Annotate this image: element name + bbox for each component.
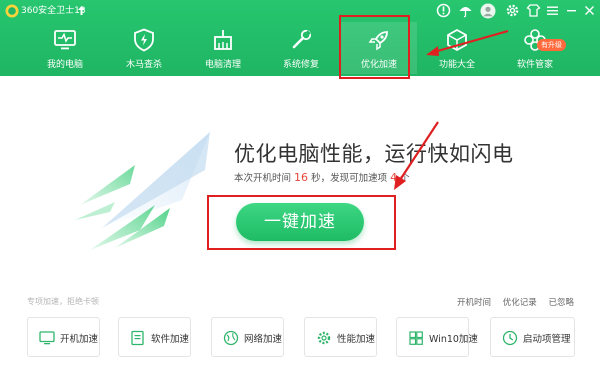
nav-cleanup[interactable]: 电脑清理 [185, 22, 261, 74]
tool-network-speedup[interactable]: 网络加速 [211, 317, 284, 357]
link-optimize-history[interactable]: 优化记录 [503, 298, 537, 308]
boot-seconds: 16 [294, 171, 309, 184]
globe-icon [223, 330, 239, 346]
boot-summary-mid: 秒，发现可加速项 [311, 173, 388, 184]
nav-label: 软件管家 [516, 60, 553, 70]
nav-label: 木马查杀 [125, 60, 162, 70]
app-logo-icon [5, 4, 19, 18]
annotation-arrow-boost [394, 121, 439, 190]
monitor-pulse-icon [54, 30, 76, 50]
special-boost-tip: 专项加速，拒绝卡顿 [27, 297, 99, 306]
software-icon [131, 330, 144, 346]
history-links: 开机时间 优化记录 已忽略 [448, 296, 574, 308]
startup-icon [502, 330, 518, 346]
tool-label: 软件加速 [151, 334, 190, 345]
wrench-icon [292, 29, 312, 49]
nav-trojan-scan[interactable]: 木马查杀 [106, 22, 182, 74]
nav-label: 系统修复 [282, 60, 319, 70]
umbrella-icon[interactable] [458, 3, 473, 18]
tool-win10-speedup[interactable]: Win10加速 [396, 317, 478, 357]
tool-label: Win10加速 [429, 334, 478, 345]
tool-software-speedup[interactable]: 软件加速 [118, 317, 191, 357]
tool-startup-manager[interactable]: 启动项管理 [490, 317, 575, 357]
headline: 优化电脑性能，运行快如闪电 [234, 142, 514, 166]
nav-my-computer[interactable]: 我的电脑 [27, 22, 103, 74]
skin-icon[interactable] [526, 3, 541, 18]
nav-label: 功能大全 [438, 60, 475, 70]
boot-summary: 本次开机时间 16 秒，发现可加速项 4 个 [234, 170, 410, 184]
minimize-icon[interactable] [564, 3, 579, 18]
link-ignored[interactable]: 已忽略 [548, 298, 574, 308]
shield-bolt-icon [134, 28, 154, 52]
tool-performance-speedup[interactable]: 性能加速 [304, 317, 377, 357]
close-icon[interactable] [582, 3, 597, 18]
nav-label: 我的电脑 [46, 60, 83, 70]
tool-label: 性能加速 [337, 334, 376, 345]
menu-icon[interactable] [545, 3, 560, 18]
nav-label: 电脑清理 [204, 60, 241, 70]
gear-icon[interactable] [505, 3, 520, 18]
annotation-box-boost [207, 195, 396, 250]
tool-label: 网络加速 [244, 334, 283, 345]
windows-icon [409, 331, 423, 345]
rocket-illustration [75, 132, 210, 250]
annotation-box-nav [339, 15, 410, 79]
boot-summary-prefix: 本次开机时间 [234, 173, 292, 184]
upgrade-arrow-icon[interactable] [78, 6, 85, 15]
shield-alert-icon[interactable] [436, 3, 451, 18]
app-header: 360安全卫士13 我的电脑 木马查杀 电脑清理 系统修复 优化加速 功能大全 … [0, 0, 600, 76]
user-avatar-icon[interactable] [480, 3, 496, 19]
annotation-arrow-nav [426, 29, 509, 56]
tool-label: 启动项管理 [523, 334, 571, 345]
tool-boot-speedup[interactable]: 开机加速 [27, 317, 100, 357]
app-title: 360安全卫士13 [21, 6, 86, 16]
link-boot-time[interactable]: 开机时间 [457, 298, 491, 308]
broom-icon [214, 30, 232, 50]
nav-system-repair[interactable]: 系统修复 [263, 22, 339, 74]
title-bar: 360安全卫士13 [0, 0, 600, 22]
tool-label: 开机加速 [60, 334, 99, 345]
update-badge: 有升级 [537, 39, 566, 51]
gear-icon [317, 331, 331, 345]
monitor-icon [39, 331, 55, 345]
